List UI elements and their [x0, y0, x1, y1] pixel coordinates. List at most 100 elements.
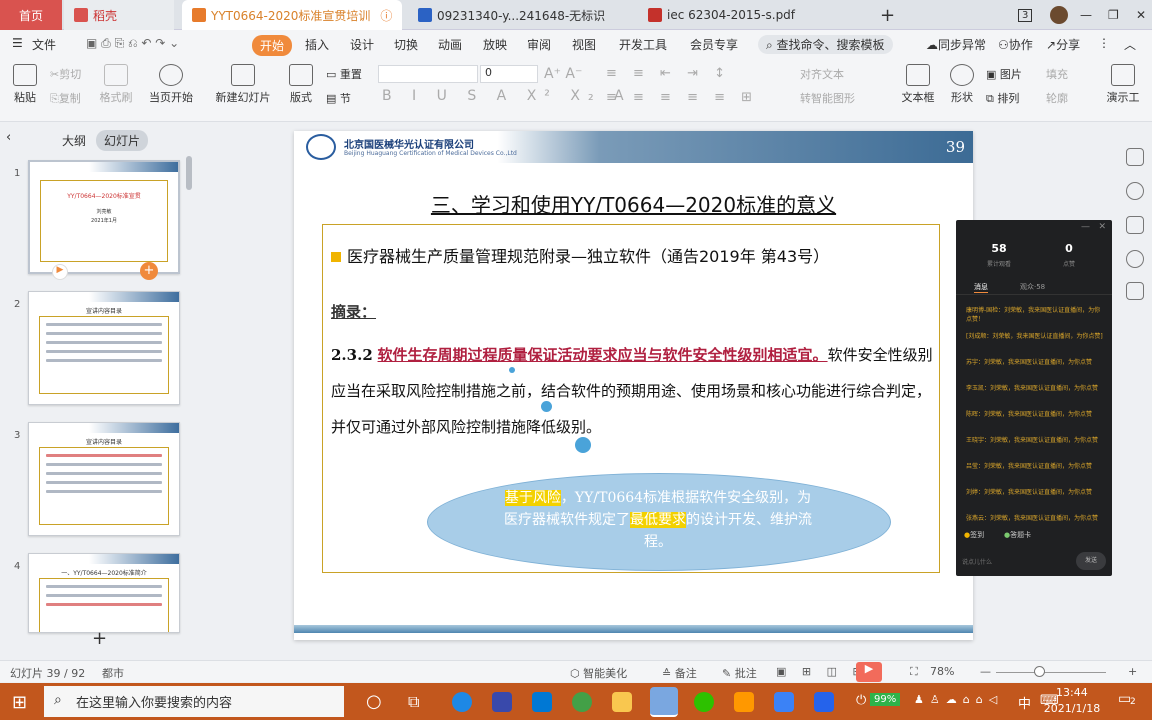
task-view-icon[interactable]: ⧉	[408, 692, 419, 712]
align-text-button[interactable]: 对齐文本	[800, 66, 844, 82]
collab-button[interactable]: ⚇协作	[998, 36, 1033, 53]
menu-icon[interactable]: ☰	[12, 36, 23, 50]
format-painter-button[interactable]: 格式刷	[96, 64, 136, 105]
slide-canvas[interactable]: 北京国医械华光认证有限公司 Beijing Huaguang Certifica…	[294, 131, 973, 640]
paste-button[interactable]: 粘贴	[10, 64, 40, 105]
send-button[interactable]: 发送	[1076, 552, 1106, 570]
comments-button[interactable]: ✎ 批注	[722, 665, 757, 681]
cut-button[interactable]: ✂剪切	[50, 66, 81, 82]
wps-icon[interactable]	[650, 687, 678, 717]
notes-button[interactable]: ≙ 备注	[662, 665, 697, 681]
arrange-button[interactable]: ⧉ 排列	[986, 90, 1019, 106]
align-buttons[interactable]: ≡ ≡ ≡ ≡ ≡ ⊞	[606, 90, 758, 105]
slide-thumbnail-2[interactable]: 宣讲内容目录	[28, 291, 180, 405]
menu-member[interactable]: 会员专享	[690, 36, 738, 53]
zoom-slider-handle[interactable]	[1034, 666, 1045, 677]
layout-button[interactable]: 版式	[286, 64, 316, 105]
battery-status[interactable]: 99%	[870, 693, 901, 706]
text-style-buttons[interactable]: B I U S A X² X₂ A	[382, 88, 632, 104]
checkin-button[interactable]: ●签到	[964, 530, 984, 540]
power-icon[interactable]: ⏻	[856, 693, 866, 708]
folder-icon[interactable]	[612, 692, 632, 712]
presentation-tools-button[interactable]: 演示工	[1102, 64, 1144, 105]
menu-show[interactable]: 放映	[483, 36, 507, 53]
zoom-level[interactable]: 78%	[930, 665, 954, 678]
live-chat-panel[interactable]: — ✕ 58 累计观看 0 点赞 消息 观众·58 康明博-国检：刘荣敏，我来国医认…	[956, 220, 1112, 576]
tab-outline[interactable]: 大纲	[62, 132, 86, 149]
zoom-out-icon[interactable]: —	[980, 665, 991, 678]
properties-icon[interactable]	[1126, 148, 1144, 166]
minimize-icon[interactable]: —	[1081, 222, 1090, 232]
theme-name[interactable]: 都市	[102, 665, 124, 681]
tab-presentation[interactable]: YYT0664-2020标准宣贯培训 ⓘ	[182, 0, 402, 30]
share-button[interactable]: ↗分享	[1046, 36, 1080, 53]
close-icon[interactable]: ⓘ	[380, 7, 392, 24]
picture-button[interactable]: ▣ 图片	[986, 66, 1022, 82]
browser-icon[interactable]	[572, 692, 592, 712]
animation-icon[interactable]	[1126, 182, 1144, 200]
clock-date[interactable]: 2021/1/18	[1040, 702, 1104, 715]
slide-thumbnail-4[interactable]: 一、YY/T0664—2020标准简介	[28, 553, 180, 633]
zoom-in-icon[interactable]: +	[1128, 665, 1137, 678]
tab-home[interactable]: 首页	[0, 0, 62, 30]
app-icon[interactable]	[774, 692, 794, 712]
menu-switch[interactable]: 切换	[394, 36, 418, 53]
new-tab-button[interactable]: +	[870, 0, 905, 30]
menu-view[interactable]: 视图	[572, 36, 596, 53]
font-size-select[interactable]: 0	[480, 65, 538, 83]
taskbar-search[interactable]: ⌕ 在这里输入你要搜索的内容	[44, 686, 344, 717]
chat-input[interactable]: 说点儿什么	[960, 552, 1070, 570]
reset-button[interactable]: ▭ 重置	[326, 66, 362, 82]
menu-dev-tools[interactable]: 开发工具	[619, 36, 667, 53]
ime-indicator[interactable]: 中	[1018, 693, 1031, 712]
menu-review[interactable]: 审阅	[527, 36, 551, 53]
menu-animation[interactable]: 动画	[438, 36, 462, 53]
content-textbox[interactable]: 医疗器械生产质量管理规范附录—独立软件（通告2019年 第43号） 摘录： 2.…	[322, 224, 940, 573]
convert-smart-button[interactable]: 转智能图形	[800, 90, 855, 106]
chat-tab-audience[interactable]: 观众·58	[1020, 282, 1045, 292]
menu-design[interactable]: 设计	[350, 36, 374, 53]
help-icon[interactable]	[1126, 250, 1144, 268]
slide-thumbnail-1[interactable]: YY/T0664—2020标准宣贯 刘亮敏 2021年1月 ▶ +	[28, 160, 180, 280]
beautify-button[interactable]: ⬡ 智能美化	[570, 665, 627, 681]
menu-insert[interactable]: 插入	[305, 36, 329, 53]
play-from-current-button[interactable]: 当页开始	[146, 64, 196, 105]
tab-document[interactable]: 09231340-y...241648-无标识	[408, 0, 634, 30]
copy-button[interactable]: ⎘复制	[50, 90, 81, 106]
cortana-icon[interactable]: ○	[366, 691, 382, 712]
font-grow-shrink[interactable]: A⁺ A⁻	[544, 66, 582, 82]
list-buttons[interactable]: ≡ ≡ ⇤ ⇥ ↕	[606, 66, 731, 81]
window-close-button[interactable]: ✕	[1126, 0, 1152, 30]
shape-button[interactable]: 形状	[946, 64, 978, 105]
tab-slides[interactable]: 幻灯片	[96, 130, 149, 151]
command-search[interactable]: ⌕ 查找命令、搜索模板	[758, 35, 893, 54]
add-slide-button[interactable]: +	[92, 628, 107, 649]
restore-button[interactable]: ❐	[1098, 0, 1129, 30]
window-count-badge[interactable]: 3	[1008, 0, 1042, 30]
chat-tab-messages[interactable]: 消息	[974, 282, 988, 293]
app-icon[interactable]	[814, 692, 834, 712]
answer-card-button[interactable]: ●答题卡	[1004, 530, 1031, 540]
panel-scrollbar[interactable]	[186, 156, 192, 190]
app-icon[interactable]	[492, 692, 512, 712]
edge-icon[interactable]	[452, 692, 472, 712]
slide-thumbnail-3[interactable]: 宣讲内容目录	[28, 422, 180, 536]
section-button[interactable]: ▤ 节	[326, 90, 351, 106]
tab-pdf[interactable]: iec 62304-2015-s.pdf	[638, 0, 864, 30]
clock-time[interactable]: 13:44	[1056, 686, 1088, 699]
collapse-ribbon-icon[interactable]: ︿	[1124, 36, 1136, 53]
new-slide-button[interactable]: 新建幻灯片	[214, 64, 272, 105]
tray-icons[interactable]: ♟♙☁⌂⌂◁	[914, 693, 1003, 706]
slide-title[interactable]: 三、学习和使用YY/T0664—2020标准的意义	[294, 189, 973, 218]
collapse-panel-icon[interactable]: ‹	[6, 130, 11, 145]
quick-access-icons[interactable]: ▣ ⎙ ⎘ ⎌ ↶ ↷ ⌄	[86, 36, 179, 51]
close-icon[interactable]: ✕	[1098, 222, 1106, 232]
mail-icon[interactable]	[532, 692, 552, 712]
font-name-select[interactable]	[378, 65, 478, 83]
menu-file[interactable]: 文件	[32, 36, 56, 53]
zoom-slider[interactable]	[996, 672, 1106, 673]
fill-button[interactable]: 填充	[1046, 66, 1068, 82]
wechat-icon[interactable]	[694, 692, 714, 712]
comment-icon[interactable]	[1126, 216, 1144, 234]
menu-start[interactable]: 开始	[252, 35, 293, 56]
